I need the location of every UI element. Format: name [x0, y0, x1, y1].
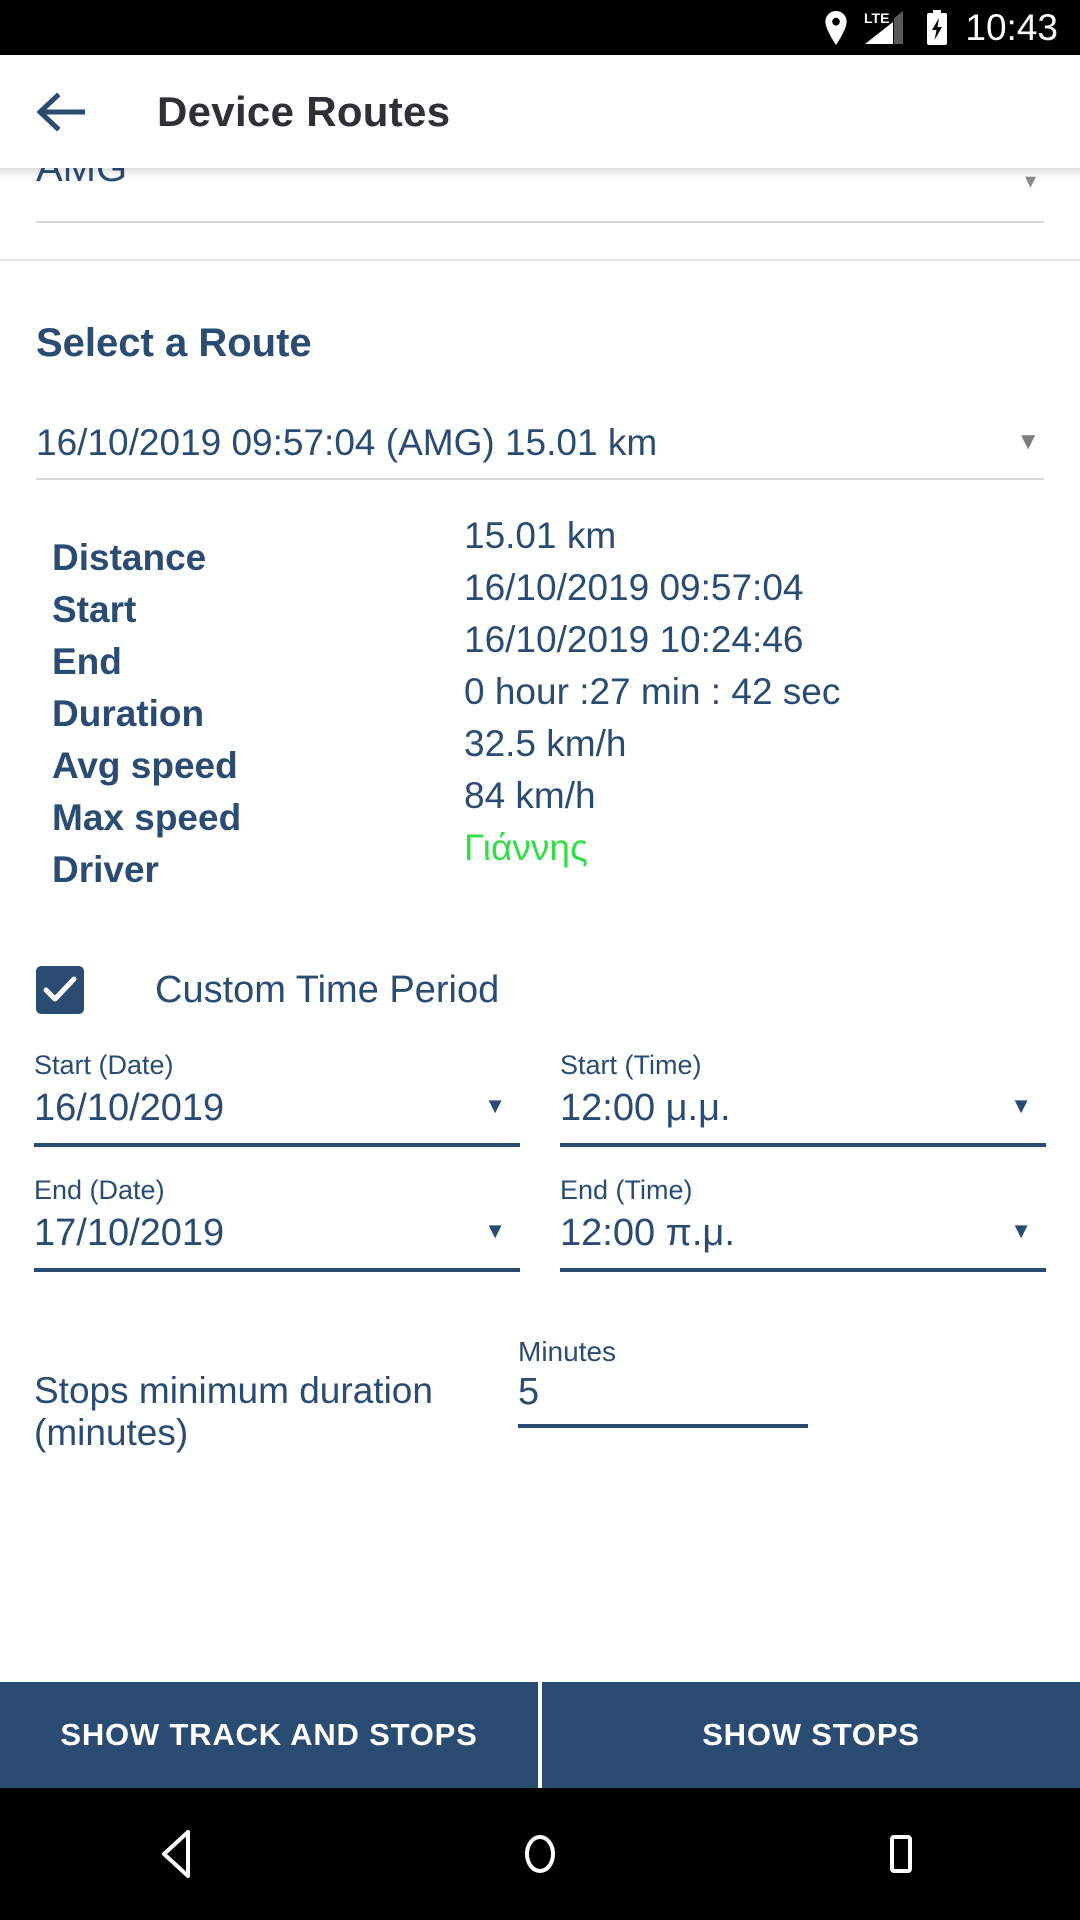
- stops-minutes-caption: Minutes: [518, 1336, 617, 1367]
- back-button[interactable]: [33, 82, 93, 142]
- device-select-value: AMG: [36, 168, 128, 190]
- route-select-value: 16/10/2019 09:57:04 (AMG) 15.01 km: [36, 422, 658, 463]
- nav-back-button[interactable]: [120, 1804, 240, 1904]
- detail-value-driver: Γιάννης: [464, 827, 588, 868]
- stops-minimum-duration-label: Stops minimum duration (minutes): [34, 1370, 433, 1453]
- stops-minimum-duration-row: Stops minimum duration (minutes) Minutes…: [34, 1336, 1046, 1454]
- route-select-dropdown[interactable]: 16/10/2019 09:57:04 (AMG) 15.01 km ▼: [36, 422, 1044, 480]
- recents-square-icon: [890, 1835, 912, 1873]
- route-details-table: Distance 15.01 km Start 16/10/2019 09:57…: [0, 515, 1080, 896]
- home-circle-icon: [525, 1835, 555, 1873]
- battery-charging-icon: [927, 9, 948, 45]
- stops-minutes-field[interactable]: Minutes 5: [518, 1336, 808, 1428]
- start-row: Start (Date) 16/10/2019 ▼ Start (Time) 1…: [34, 1050, 1046, 1175]
- detail-label-end: End: [52, 641, 122, 682]
- status-bar-icons: LTE: [823, 9, 949, 46]
- chevron-down-icon: ▼: [1010, 1093, 1032, 1118]
- detail-value-start: 16/10/2019 09:57:04: [464, 567, 804, 608]
- back-arrow-icon: [37, 91, 85, 132]
- start-date-value: 16/10/2019: [34, 1087, 225, 1129]
- page-title: Device Routes: [157, 87, 451, 135]
- select-route-heading: Select a Route: [36, 321, 312, 365]
- chevron-down-icon: ▼: [1010, 1218, 1032, 1243]
- nav-home-button[interactable]: [480, 1804, 600, 1904]
- detail-label-driver: Driver: [52, 849, 159, 890]
- start-time-value: 12:00 μ.μ.: [560, 1087, 731, 1129]
- device-select[interactable]: AMG ▾: [0, 168, 1080, 231]
- start-time-field[interactable]: Start (Time) 12:00 μ.μ. ▼: [560, 1050, 1046, 1147]
- end-date-value: 17/10/2019: [34, 1212, 225, 1254]
- custom-time-period-checkbox[interactable]: [36, 966, 84, 1014]
- detail-label-avg-speed: Avg speed: [52, 745, 238, 786]
- table-row: Driver Γιάννης: [52, 827, 1080, 896]
- start-date-underline: [34, 1143, 520, 1147]
- end-date-underline: [34, 1268, 520, 1272]
- detail-value-max-speed: 84 km/h: [464, 775, 596, 816]
- device-select-underline: [36, 221, 1044, 223]
- lte-signal-icon: LTE: [864, 10, 904, 44]
- scroll-content: AMG ▾ Select a Route 16/10/2019 09:57:04…: [0, 168, 1080, 1658]
- svg-text:LTE: LTE: [864, 10, 889, 26]
- custom-time-period-row[interactable]: Custom Time Period: [36, 966, 1080, 1014]
- show-track-and-stops-button[interactable]: SHOW TRACK AND STOPS: [0, 1682, 538, 1788]
- end-time-value: 12:00 π.μ.: [560, 1212, 735, 1254]
- action-bar: SHOW TRACK AND STOPS SHOW STOPS: [0, 1682, 1080, 1788]
- status-bar: LTE 10:43: [0, 0, 1080, 55]
- detail-value-duration: 0 hour :27 min : 42 sec: [464, 671, 841, 712]
- nav-recents-button[interactable]: [840, 1804, 960, 1904]
- detail-label-distance: Distance: [52, 537, 207, 578]
- detail-value-avg-speed: 32.5 km/h: [464, 723, 627, 764]
- detail-value-end: 16/10/2019 10:24:46: [464, 619, 804, 660]
- start-date-caption: Start (Date): [34, 1050, 174, 1080]
- end-date-caption: End (Date): [34, 1175, 165, 1205]
- start-date-field[interactable]: Start (Date) 16/10/2019 ▼: [34, 1050, 520, 1147]
- chevron-down-icon: ▼: [484, 1093, 506, 1118]
- status-bar-clock: 10:43: [965, 7, 1058, 48]
- start-time-underline: [560, 1143, 1046, 1147]
- android-nav-bar: [0, 1788, 1080, 1920]
- end-time-underline: [560, 1268, 1046, 1272]
- chevron-down-icon: ▾: [1024, 168, 1036, 193]
- end-time-field[interactable]: End (Time) 12:00 π.μ. ▼: [560, 1175, 1046, 1272]
- end-date-field[interactable]: End (Date) 17/10/2019 ▼: [34, 1175, 520, 1272]
- show-stops-button[interactable]: SHOW STOPS: [542, 1682, 1080, 1788]
- route-select-underline: [36, 478, 1044, 480]
- end-row: End (Date) 17/10/2019 ▼ End (Time) 12:00…: [34, 1175, 1046, 1300]
- detail-value-distance: 15.01 km: [464, 515, 617, 556]
- detail-label-start: Start: [52, 589, 137, 630]
- chevron-down-icon: ▼: [484, 1218, 506, 1243]
- stops-minutes-underline: [518, 1424, 808, 1428]
- custom-time-period-label: Custom Time Period: [155, 968, 500, 1011]
- back-triangle-icon: [162, 1830, 190, 1878]
- app-bar: Device Routes: [0, 55, 1080, 168]
- start-time-caption: Start (Time): [560, 1050, 702, 1080]
- detail-label-duration: Duration: [52, 693, 205, 734]
- detail-label-max-speed: Max speed: [52, 797, 242, 838]
- checkmark-icon: [43, 976, 77, 1002]
- location-pin-icon: [825, 10, 848, 45]
- chevron-down-icon: ▼: [1016, 428, 1040, 455]
- date-time-grid: Start (Date) 16/10/2019 ▼ Start (Time) 1…: [34, 1050, 1046, 1300]
- end-time-caption: End (Time): [560, 1175, 693, 1205]
- stops-minutes-value[interactable]: 5: [518, 1368, 808, 1416]
